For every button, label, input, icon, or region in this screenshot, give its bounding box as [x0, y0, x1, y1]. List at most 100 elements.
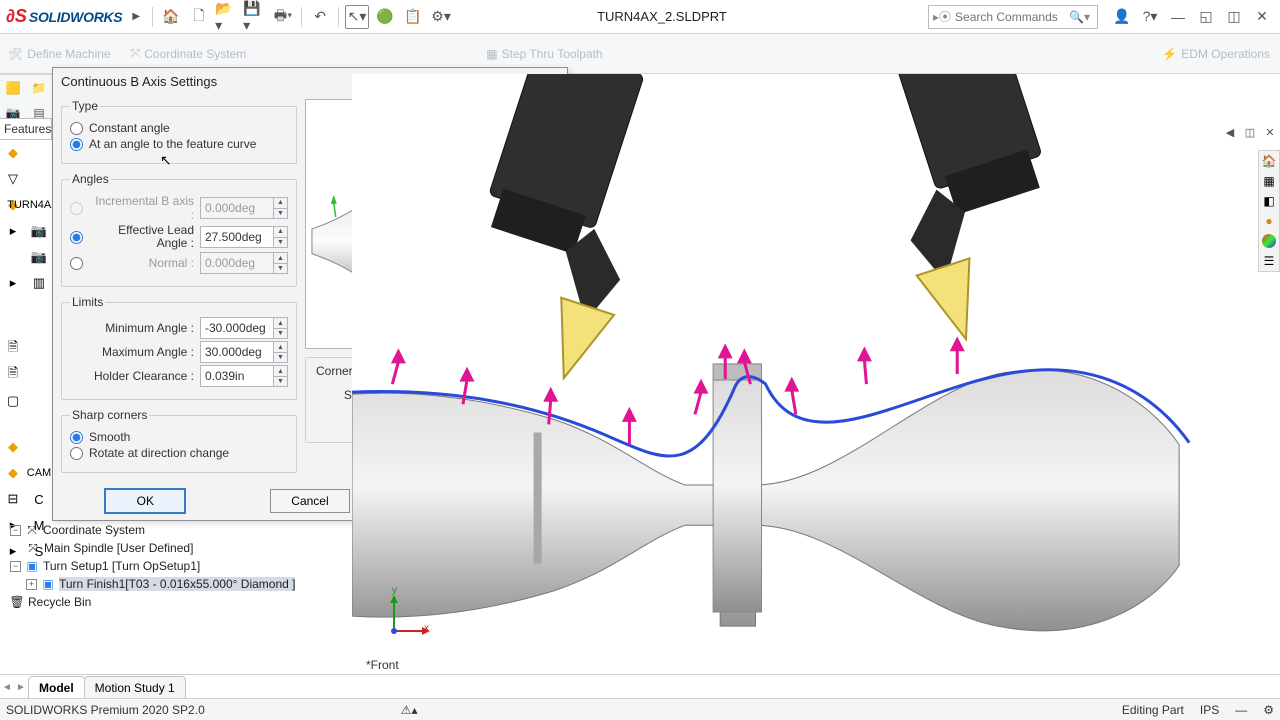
effective-lead-input[interactable] [200, 226, 274, 248]
taskpane-restore-icon[interactable]: ◫ [1242, 124, 1258, 140]
save-icon[interactable]: 💾▾ [243, 5, 267, 29]
camera-icon[interactable]: 📷 [26, 218, 52, 244]
tabs-next-icon[interactable]: ► [14, 676, 28, 698]
radio-angle-curve-label: At an angle to the feature curve [89, 137, 256, 151]
type-angle-curve-row[interactable]: At an angle to the feature curve [70, 137, 288, 151]
radio-angle-to-curve[interactable] [70, 138, 83, 151]
ok-button[interactable]: OK [105, 489, 185, 513]
max-angle-spinner[interactable]: ▲▼ [274, 341, 288, 363]
filter-icon[interactable]: ▽ [0, 166, 26, 192]
doc1-icon[interactable]: 🗎 [0, 336, 26, 362]
radio-effective-lead[interactable] [70, 231, 83, 244]
rtb-custom-icon[interactable] [1262, 234, 1276, 248]
search-input[interactable] [955, 10, 1065, 24]
property-manager-tab-icon[interactable]: 📁 [26, 75, 52, 100]
radio-rotate-change[interactable] [70, 447, 83, 460]
tree-collapse-icon2[interactable]: − [10, 561, 21, 572]
cam-label: CAM [26, 460, 52, 486]
doc2-icon[interactable]: 🗎 [0, 362, 26, 388]
status-units[interactable]: IPS [1200, 703, 1219, 717]
min-angle-spinner[interactable]: ▲▼ [274, 317, 288, 339]
tree-exp-c-icon[interactable]: ⊟ [0, 486, 26, 512]
normal-input [200, 252, 274, 274]
doc-properties-icon[interactable]: 📋 [401, 5, 425, 29]
tab-model[interactable]: Model [28, 676, 85, 698]
rtb-appearance-icon[interactable]: ● [1259, 211, 1279, 231]
cam-manager-icon[interactable]: ◆ [0, 140, 26, 166]
help-icon[interactable]: ?▾ [1138, 5, 1162, 29]
tree-expand-icon[interactable]: + [26, 579, 37, 590]
rebuild-icon[interactable]: 🟢 [373, 5, 397, 29]
tree-turn-finish[interactable]: Turn Finish1[T03 - 0.016x55.000° Diamond… [59, 577, 295, 591]
graphics-viewport[interactable] [352, 74, 1280, 674]
define-machine-button[interactable]: 🛠Define Machine [8, 47, 111, 61]
tree-coord-system[interactable]: Coordinate System [43, 523, 145, 537]
close-icon[interactable]: ✕ [1250, 5, 1274, 29]
holder-clearance-spinner[interactable]: ▲▼ [274, 365, 288, 387]
sharp-legend: Sharp corners [70, 408, 149, 422]
undo-icon[interactable]: ↶ [308, 5, 332, 29]
edm-ops-button[interactable]: ⚡EDM Operations [1162, 47, 1270, 61]
radio-incremental-b [70, 202, 83, 215]
doc3-icon[interactable]: ▢ [0, 388, 26, 414]
features-tab[interactable]: Features [0, 118, 52, 140]
cam-root-icon[interactable]: ◆ [0, 434, 26, 460]
exp2-icon[interactable]: ▸ [0, 270, 26, 296]
view-triad [382, 593, 432, 648]
status-bar: SOLIDWORKS Premium 2020 SP2.0 ⚠▴ Editing… [0, 698, 1280, 720]
restore2-icon[interactable]: ◫ [1222, 5, 1246, 29]
expand-chevron-icon[interactable]: ▶ [126, 11, 146, 22]
rtb-resources-icon[interactable]: ▦ [1259, 171, 1279, 191]
radio-constant-angle[interactable] [70, 122, 83, 135]
tabs-prev-icon[interactable]: ◄ [0, 676, 14, 698]
tree-turn-setup[interactable]: Turn Setup1 [Turn OpSetup1] [43, 559, 200, 573]
sharp-corners-group: Sharp corners Smooth Rotate at direction… [61, 408, 297, 473]
feature-tree-tab-icon[interactable]: 🟨 [0, 75, 26, 100]
taskpane-close-icon[interactable]: ✕ [1262, 124, 1278, 140]
step-thru-toolpath-button[interactable]: ▦Step Thru Toolpath [486, 47, 602, 61]
rtb-view-icon[interactable]: ◧ [1259, 191, 1279, 211]
rtb-home-icon[interactable]: 🏠 [1259, 151, 1279, 171]
type-legend: Type [70, 99, 100, 113]
print-icon[interactable]: 🖶▾ [271, 5, 295, 29]
recycle-icon: 🗑 [10, 595, 24, 609]
restore-icon[interactable]: ◱ [1194, 5, 1218, 29]
search-magnifier-icon[interactable]: 🔍▾ [1069, 10, 1090, 24]
cancel-button[interactable]: Cancel [270, 489, 350, 513]
coordinate-system-button[interactable]: ⤧Coordinate System [131, 46, 247, 61]
command-search[interactable]: ▸⦿ 🔍▾ [928, 5, 1098, 29]
minimize-icon[interactable]: — [1166, 5, 1190, 29]
holder-clearance-input[interactable] [200, 365, 274, 387]
new-doc-icon[interactable]: 🗋 [187, 5, 211, 29]
status-warning-icon[interactable]: ⚠▴ [401, 703, 418, 717]
folder-icon[interactable]: ▥ [26, 270, 52, 296]
select-cursor-icon[interactable]: ↖▾ [345, 5, 369, 29]
status-gear-icon[interactable]: ⚙ [1263, 703, 1274, 717]
view-name: *Front [366, 658, 399, 672]
max-angle-input[interactable] [200, 341, 274, 363]
effective-lead-spinner[interactable]: ▲▼ [274, 226, 288, 248]
tab-motion-study[interactable]: Motion Study 1 [84, 676, 186, 698]
tree-recycle-bin[interactable]: Recycle Bin [28, 595, 91, 609]
smooth-label: Smooth [89, 430, 130, 444]
radio-normal[interactable] [70, 257, 83, 270]
min-angle-input[interactable] [200, 317, 274, 339]
tree-main-spindle[interactable]: Main Spindle [User Defined] [44, 541, 193, 555]
open-icon[interactable]: 📂▾ [215, 5, 239, 29]
tree-collapse-icon[interactable]: − [10, 525, 21, 536]
radio-smooth[interactable] [70, 431, 83, 444]
user-icon[interactable]: 👤 [1110, 5, 1134, 29]
search-play-icon: ▸⦿ [933, 8, 951, 25]
setup-icon: ▣ [25, 559, 39, 573]
incremental-b-input [200, 197, 274, 219]
camera2-icon[interactable]: 📷 [26, 244, 52, 270]
home-icon[interactable]: 🏠 [159, 5, 183, 29]
cam-feature-tree[interactable]: −⤧Coordinate System ⤧Main Spindle [User … [8, 521, 352, 611]
type-constant-row[interactable]: Constant angle [70, 121, 288, 135]
right-toolbar: 🏠 ▦ ◧ ● ☰ [1258, 150, 1280, 272]
options-gear-icon[interactable]: ⚙▾ [429, 5, 453, 29]
radio-constant-label: Constant angle [89, 121, 170, 135]
rtb-properties-icon[interactable]: ☰ [1259, 251, 1279, 271]
taskpane-prev-icon[interactable]: ◀ [1222, 124, 1238, 140]
exp-icon[interactable]: ▸ [0, 218, 26, 244]
